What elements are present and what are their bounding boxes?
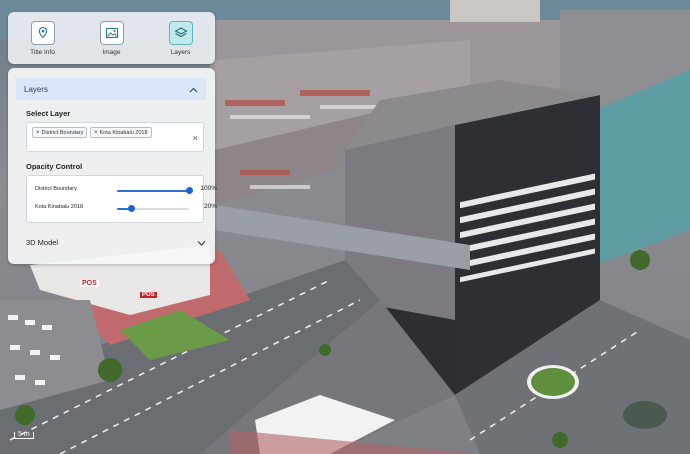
opacity-slider-handle[interactable] xyxy=(185,187,193,194)
layers-icon xyxy=(168,20,193,45)
map-sign-pos: POS xyxy=(80,280,99,287)
chip-district-boundary: × District Boundary xyxy=(32,127,88,138)
layer-multiselect[interactable]: × District Boundary × Kota Kinabalu 2018… xyxy=(26,122,204,152)
opacity-value: 20% xyxy=(203,203,217,210)
select-layer-title: Select Layer xyxy=(26,109,71,118)
opacity-row-label: District Boundary xyxy=(35,186,77,192)
opacity-row-district-boundary: District Boundary 100% xyxy=(35,185,217,197)
title-info-label: Title Info xyxy=(30,48,55,56)
layers-panel: Layers Select Layer × District Boundary … xyxy=(8,68,217,264)
opacity-slider[interactable] xyxy=(117,187,193,194)
chevron-down-icon[interactable] xyxy=(197,233,206,251)
chip-label: Kota Kinabalu 2018 xyxy=(99,129,148,136)
layers-label: Layers xyxy=(170,48,191,56)
opacity-row-kota-kinabalu-2018: Kota Kinabalu 2018 20% xyxy=(35,203,217,215)
image-icon xyxy=(99,20,124,45)
layers-button[interactable]: Layers xyxy=(146,12,215,64)
layers-panel-title: Layers xyxy=(24,84,49,94)
distant-building xyxy=(450,0,540,22)
map-pin-icon xyxy=(30,20,55,45)
remove-chip-icon[interactable]: × xyxy=(36,130,40,136)
3d-model-section-header[interactable]: 3D Model xyxy=(26,235,206,249)
opacity-control-title: Opacity Control xyxy=(26,162,83,171)
map-sign-pos-2: POS xyxy=(140,292,157,298)
map-scale: 5 m xyxy=(14,431,34,439)
layers-panel-header[interactable]: Layers xyxy=(16,78,206,100)
3d-model-title: 3D Model xyxy=(26,237,59,247)
opacity-row-label: Kota Kinabalu 2018 xyxy=(35,204,84,210)
opacity-slider-fill xyxy=(117,190,189,192)
top-toolbar: Title Info Image Layers xyxy=(8,12,215,64)
image-label: Image xyxy=(102,48,121,56)
opacity-control-box: District Boundary 100% Kota Kinabalu 201… xyxy=(26,175,217,223)
opacity-slider-handle[interactable] xyxy=(127,205,135,212)
opacity-slider[interactable] xyxy=(117,205,189,212)
chip-label: District Boundary xyxy=(41,129,84,136)
image-button[interactable]: Image xyxy=(77,12,146,64)
title-info-button[interactable]: Title Info xyxy=(8,12,77,64)
roundabout-2 xyxy=(623,401,667,429)
remove-chip-icon[interactable]: × xyxy=(94,130,98,136)
chevron-up-icon[interactable] xyxy=(189,80,198,98)
opacity-value: 100% xyxy=(200,185,217,192)
clear-selection-icon[interactable]: × xyxy=(193,133,198,143)
chip-kota-kinabalu-2018: × Kota Kinabalu 2018 xyxy=(90,127,152,138)
